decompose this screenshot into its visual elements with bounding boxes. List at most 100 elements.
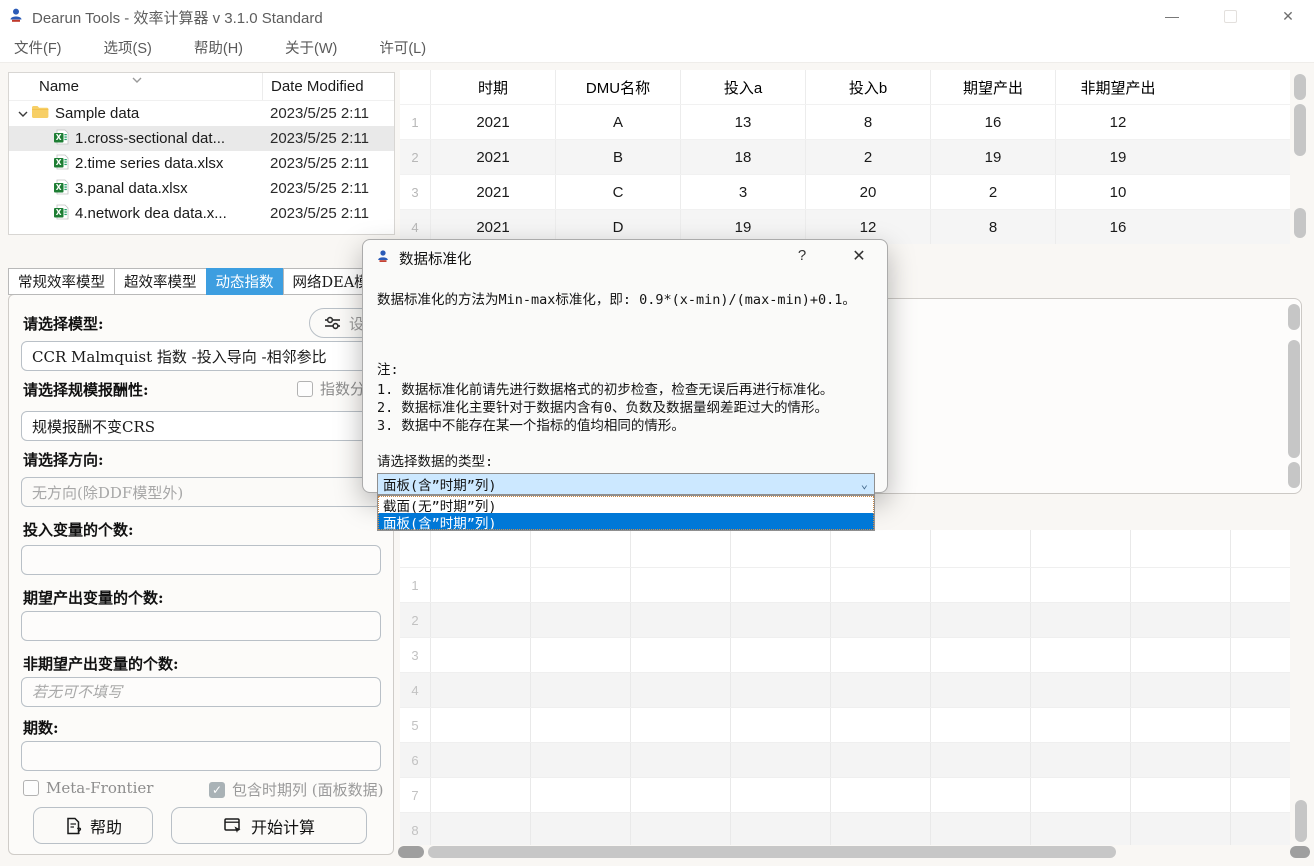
row-number: 1: [400, 568, 430, 602]
dialog-close-button[interactable]: ✕: [843, 246, 875, 270]
tab-regular-efficiency[interactable]: 常规效率模型: [8, 268, 115, 295]
row-number: 5: [400, 708, 430, 742]
periods-label: 期数:: [23, 717, 59, 738]
folder-name: Sample data: [55, 105, 139, 122]
cell: B: [555, 140, 680, 174]
results-row: 2: [400, 602, 1290, 637]
row-number: 3: [400, 638, 430, 672]
col-header[interactable]: 非期望产出: [1055, 70, 1180, 104]
column-header-date[interactable]: Date Modified: [262, 73, 394, 100]
menu-file[interactable]: 文件(F): [0, 37, 76, 58]
window-cursor-icon: [223, 817, 243, 835]
col-header[interactable]: DMU名称: [555, 70, 680, 104]
table-row[interactable]: 2 2021 B 18 2 19 19: [400, 139, 1290, 174]
menu-options[interactable]: 选项(S): [90, 37, 166, 58]
tree-row-file[interactable]: X 3.panal data.xlsx 2023/5/25 2:11: [9, 176, 394, 201]
results-row: 3: [400, 637, 1290, 672]
tree-row-file[interactable]: X 2.time series data.xlsx 2023/5/25 2:11: [9, 151, 394, 176]
log-scrollbar-thumb[interactable]: [1288, 340, 1300, 458]
results-row: 5: [400, 707, 1290, 742]
sliders-icon: [323, 316, 343, 330]
col-header[interactable]: 投入a: [680, 70, 805, 104]
scrollbar-right-button[interactable]: [1290, 846, 1310, 858]
dialog-help-button[interactable]: ?: [788, 247, 816, 269]
col-header[interactable]: 期望产出: [930, 70, 1055, 104]
file-date: 2023/5/25 2:11: [262, 130, 394, 147]
log-scrollbar-thumb[interactable]: [1288, 304, 1300, 330]
model-form-panel: 请选择模型: 设置 CCR Malmquist 指数 -投入导向 -相邻参比 请…: [8, 294, 394, 855]
tree-row-folder[interactable]: Sample data 2023/5/25 2:11: [9, 101, 394, 126]
results-scrollbar-thumb[interactable]: [1295, 800, 1307, 842]
periods-field[interactable]: [21, 741, 381, 771]
cell: 19: [1055, 140, 1180, 174]
results-header-row: [400, 530, 1290, 567]
document-question-icon: ?: [64, 817, 82, 835]
minimize-button[interactable]: —: [1150, 0, 1194, 32]
scrollbar-thumb[interactable]: [428, 846, 1116, 858]
rts-combobox[interactable]: 规模报酬不变CRS: [21, 411, 381, 441]
file-name: 2.time series data.xlsx: [75, 155, 223, 172]
excel-file-icon: X: [53, 179, 69, 199]
direction-combobox: 无方向(除DDF模型外): [21, 477, 381, 507]
maximize-button[interactable]: [1208, 0, 1252, 32]
tree-row-file[interactable]: X 1.cross-sectional dat... 2023/5/25 2:1…: [9, 126, 394, 151]
sort-chevron-icon[interactable]: [131, 71, 143, 88]
data-type-dropdown-list: 截面(无”时期”列) 面板(含”时期”列): [377, 495, 875, 531]
results-row: 6: [400, 742, 1290, 777]
cell: 2021: [430, 140, 555, 174]
horizontal-scrollbar[interactable]: [398, 845, 1310, 859]
col-header[interactable]: 投入b: [805, 70, 930, 104]
file-name: 1.cross-sectional dat...: [75, 130, 225, 147]
help-button-label: 帮助: [90, 814, 122, 838]
data-type-combobox[interactable]: 面板(含”时期”列) ⌄: [377, 473, 875, 495]
excel-file-icon: X: [53, 129, 69, 149]
dropdown-option-cross-section[interactable]: 截面(无”时期”列): [378, 496, 874, 513]
data-table-scrollbar-thumb[interactable]: [1294, 208, 1306, 238]
start-calculation-button[interactable]: 开始计算: [171, 807, 367, 844]
scrollbar-left-button[interactable]: [398, 846, 424, 858]
table-row[interactable]: 3 2021 C 3 20 2 10: [400, 174, 1290, 209]
row-number: 4: [400, 673, 430, 707]
cell: A: [555, 105, 680, 139]
dropdown-option-panel[interactable]: 面板(含”时期”列): [378, 513, 874, 530]
file-name: 3.panal data.xlsx: [75, 180, 188, 197]
chevron-down-icon[interactable]: [17, 108, 31, 120]
input-count-field[interactable]: [21, 545, 381, 575]
menu-about[interactable]: 关于(W): [271, 37, 351, 58]
meta-frontier-checkbox-row[interactable]: Meta-Frontier: [23, 779, 153, 797]
dialog-note-1: 1. 数据标准化前请先进行数据格式的初步检查，检查无误后再进行标准化。: [377, 378, 833, 398]
svg-text:X: X: [56, 133, 62, 142]
close-button[interactable]: ✕: [1266, 0, 1310, 32]
data-table-scrollbar-thumb[interactable]: [1294, 104, 1306, 156]
excel-file-icon: X: [53, 204, 69, 224]
svg-text:X: X: [56, 183, 62, 192]
model-combobox[interactable]: CCR Malmquist 指数 -投入导向 -相邻参比: [21, 341, 381, 371]
meta-frontier-checkbox[interactable]: [23, 780, 39, 796]
help-button[interactable]: ? 帮助: [33, 807, 153, 844]
undesired-output-field[interactable]: [21, 677, 381, 707]
dialog-app-icon: [376, 249, 390, 268]
start-button-label: 开始计算: [251, 814, 315, 838]
menu-license[interactable]: 许可(L): [365, 37, 440, 58]
cell: 8: [930, 210, 1055, 244]
data-table-header-row: 时期 DMU名称 投入a 投入b 期望产出 非期望产出: [400, 70, 1290, 104]
index-decomp-checkbox[interactable]: [297, 381, 313, 397]
tab-super-efficiency[interactable]: 超效率模型: [114, 268, 207, 295]
tree-row-file[interactable]: X 4.network dea data.x... 2023/5/25 2:11: [9, 201, 394, 226]
data-table-scrollbar-thumb[interactable]: [1294, 74, 1306, 100]
dialog-note-label: 注:: [377, 358, 399, 378]
menu-help[interactable]: 帮助(H): [180, 37, 257, 58]
model-tab-bar: 常规效率模型 超效率模型 动态指数 网络DEA模型: [8, 268, 393, 295]
data-type-combobox-value: 面板(含”时期”列): [383, 474, 497, 494]
title-bar: Dearun Tools - 效率计算器 v 3.1.0 Standard — …: [0, 0, 1314, 32]
tab-dynamic-index[interactable]: 动态指数: [206, 268, 284, 295]
excel-file-icon: X: [53, 154, 69, 174]
col-header[interactable]: 时期: [430, 70, 555, 104]
table-row[interactable]: 1 2021 A 13 8 16 12: [400, 104, 1290, 139]
results-row: 1: [400, 567, 1290, 602]
desired-output-field[interactable]: [21, 611, 381, 641]
dialog-title: 数据标准化: [399, 248, 472, 269]
file-date: 2023/5/25 2:11: [262, 180, 394, 197]
include-period-checkbox-row: ✓ 包含时期列 (面板数据): [209, 779, 383, 800]
log-scrollbar-thumb[interactable]: [1288, 462, 1300, 488]
